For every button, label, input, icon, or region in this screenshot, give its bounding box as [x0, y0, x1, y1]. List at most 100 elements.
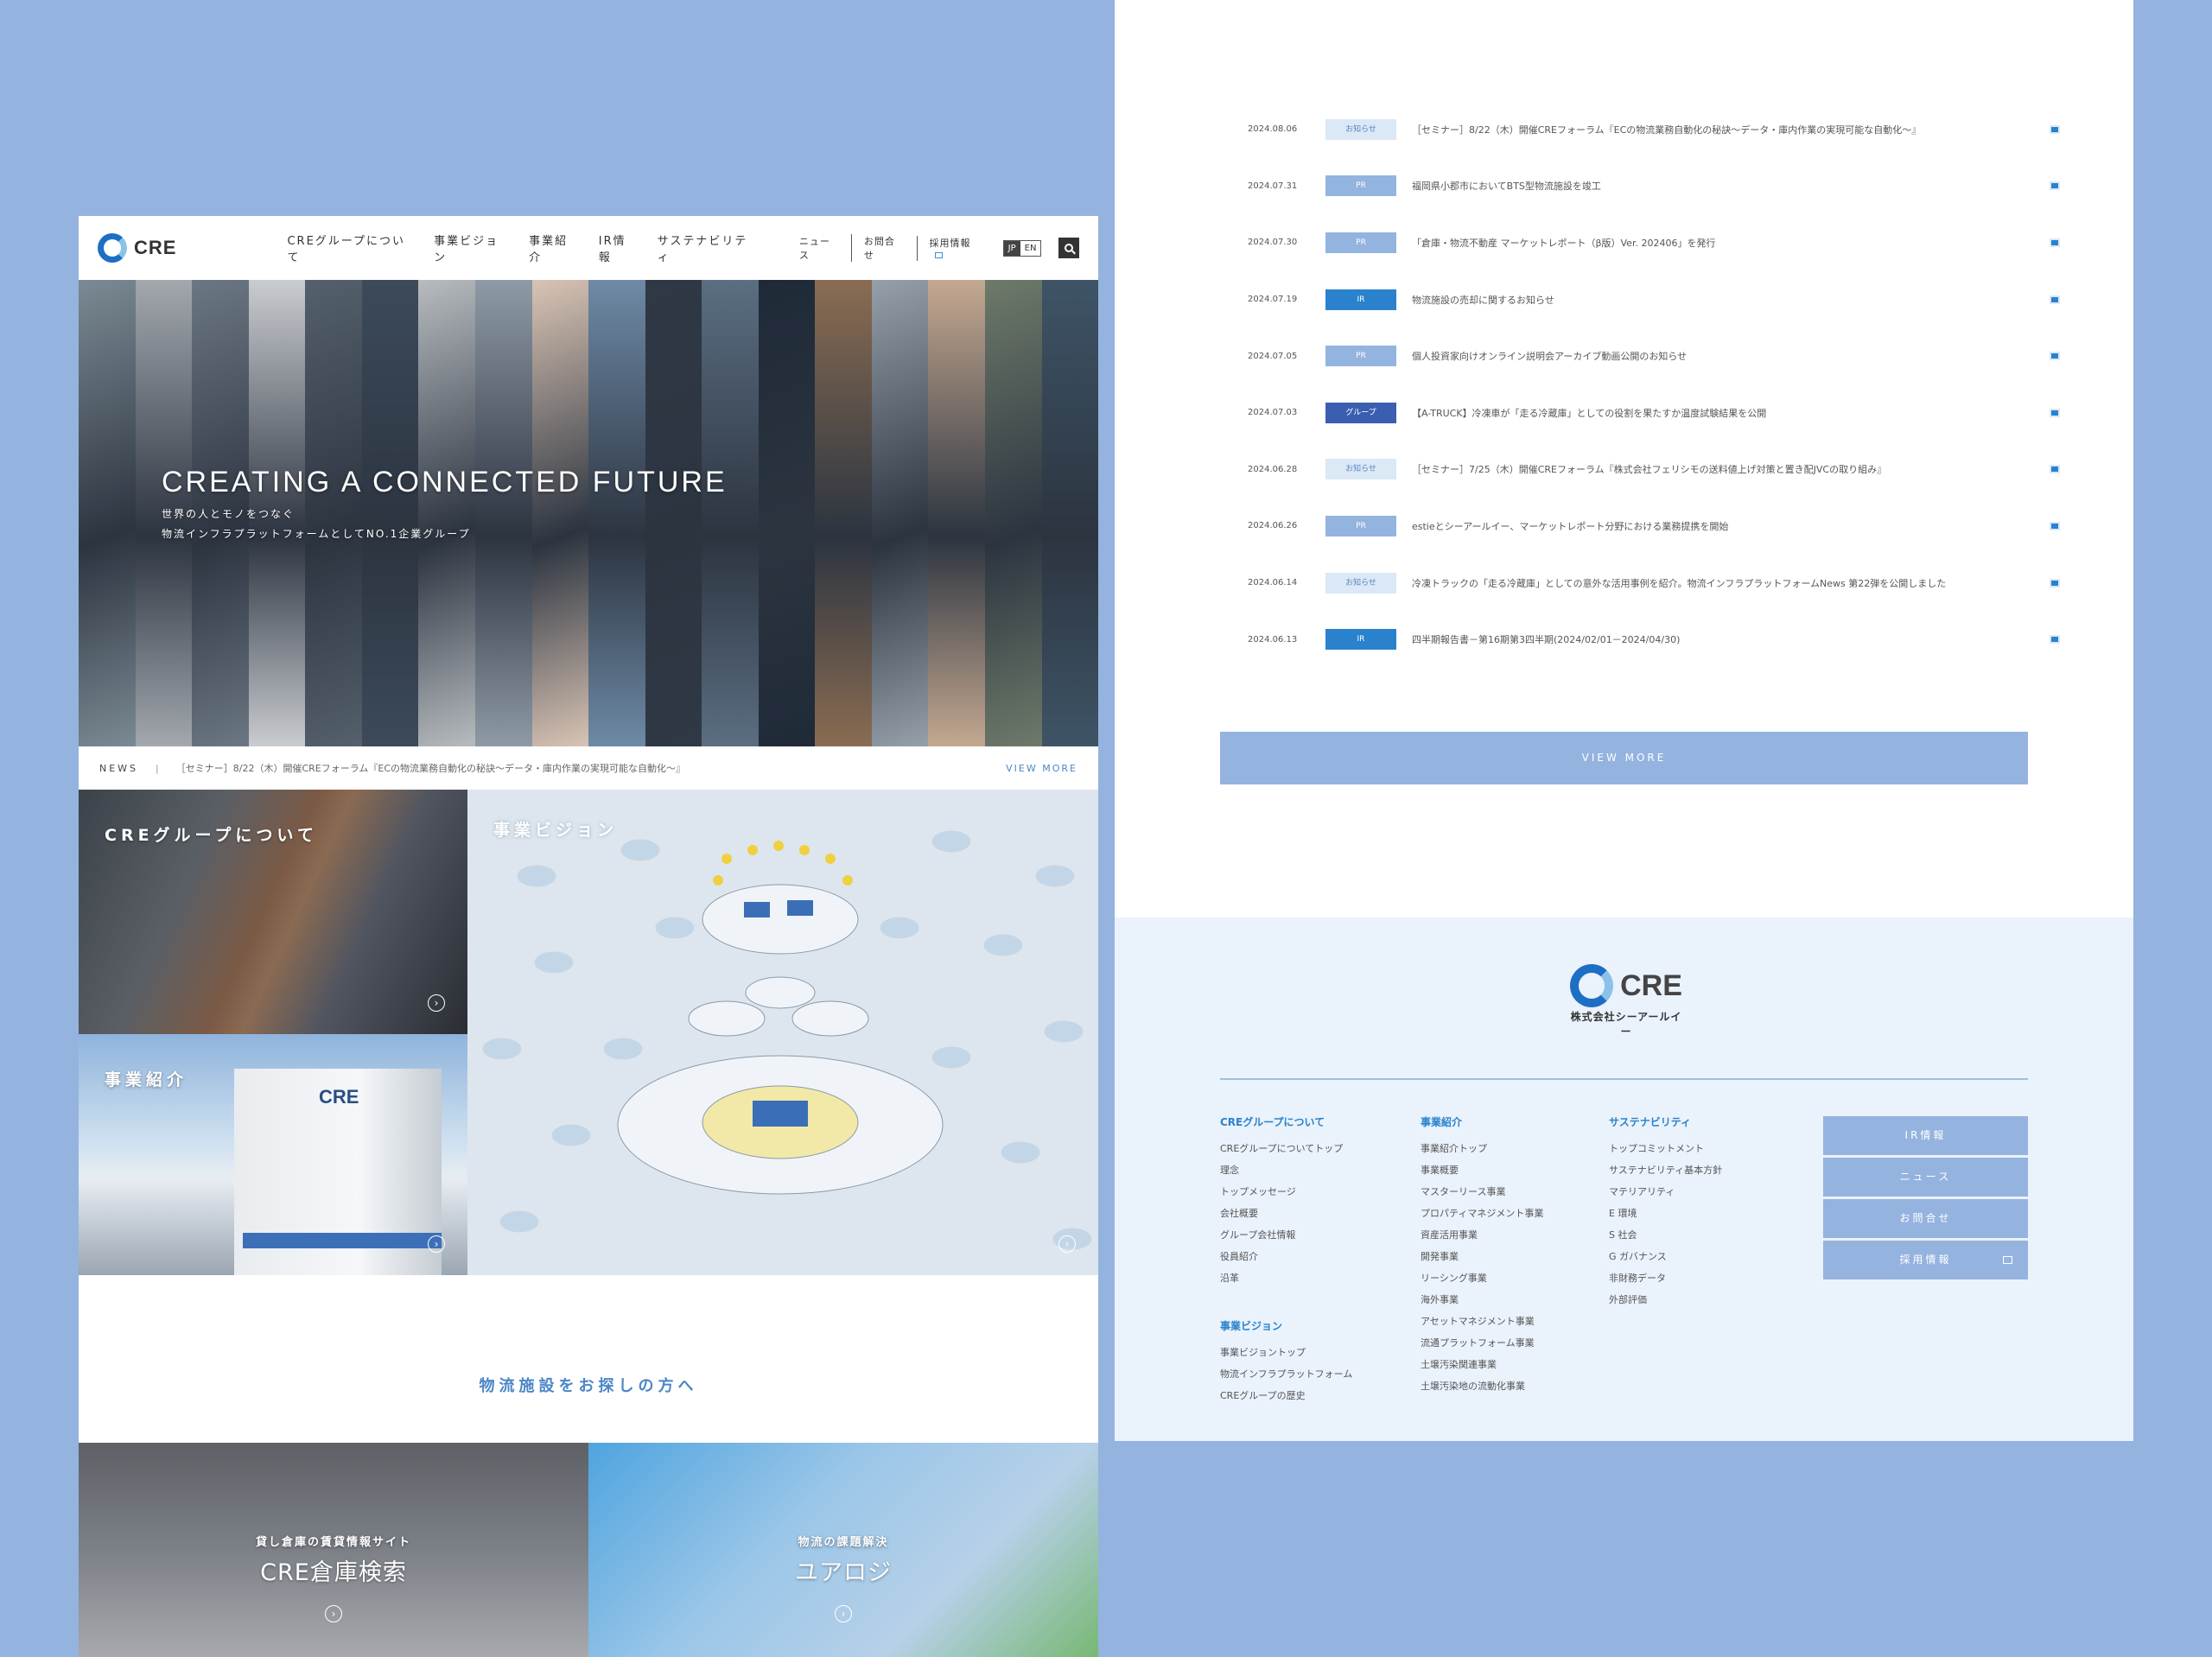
news-title: 四半期報告書－第16期第3四半期(2024/02/01－2024/04/30) — [1412, 634, 1681, 646]
news-row[interactable]: 2024.07.03 グループ 【A-TRUCK】冷凍車が「走る冷蔵庫」としての役割… — [1248, 384, 2060, 441]
news-row[interactable]: 2024.06.26 PR estieとシーアールイー、マーケットレポート分野におけ… — [1248, 498, 2060, 555]
tile-about-label: CREグループについて — [105, 826, 318, 845]
footer-head-sustainability[interactable]: サステナビリティ — [1609, 1114, 1722, 1129]
footer-link[interactable]: 非財務データ — [1609, 1267, 1722, 1289]
footer-link[interactable]: マテリアリティ — [1609, 1181, 1722, 1203]
subnav-news[interactable]: ニュース — [787, 234, 851, 262]
footer-link[interactable]: S 社会 — [1609, 1224, 1722, 1246]
footer-link[interactable]: 沿革 — [1220, 1267, 1352, 1289]
footer-link[interactable]: グループ会社情報 — [1220, 1224, 1352, 1246]
footer-link[interactable]: 流通プラットフォーム事業 — [1421, 1332, 1543, 1354]
news-title: ［セミナー］8/22（木）開催CREフォーラム『ECの物流業務自動化の秘訣～デー… — [1412, 124, 1922, 136]
footer-ir-button[interactable]: IR情報 — [1823, 1116, 2028, 1155]
footer-col-sustainability: サステナビリティ トップコミットメント サステナビリティ基本方針 マテリアリティ E … — [1609, 1114, 1722, 1311]
news-row[interactable]: 2024.07.30 PR 「倉庫・物流不動産 マーケットレポート（β版）Ver. … — [1248, 214, 2060, 271]
news-date: 2024.07.19 — [1248, 295, 1298, 305]
news-row[interactable]: 2024.08.06 お知らせ ［セミナー］8/22（木）開催CREフォーラム『EC… — [1248, 101, 2060, 158]
footer-link[interactable]: プロパティマネジメント事業 — [1421, 1203, 1543, 1224]
footer-link[interactable]: E 環境 — [1609, 1203, 1722, 1224]
hero-photo-strip — [928, 280, 985, 746]
footer-head-about[interactable]: CREグループについて — [1220, 1114, 1352, 1129]
nav-ir[interactable]: IR情報 — [599, 232, 639, 264]
footer-link[interactable]: G ガバナンス — [1609, 1246, 1722, 1267]
nav-business[interactable]: 事業紹介 — [529, 232, 580, 264]
news-title: estieとシーアールイー、マーケットレポート分野における業務提携を開始 — [1412, 520, 1729, 532]
footer-links-about: CREグループについてトップ 理念 トップメッセージ 会社概要 グループ会社情報 役員紹介… — [1220, 1138, 1352, 1289]
lang-jp-button[interactable]: JP — [1003, 240, 1020, 256]
footer-logo[interactable]: CRE 株式会社シーアールイー — [1566, 964, 1687, 1038]
news-ticker-view-more[interactable]: VIEW MORE — [1006, 763, 1077, 774]
news-date: 2024.06.13 — [1248, 634, 1298, 644]
nav-sustainability[interactable]: サステナビリティ — [658, 232, 758, 264]
footer-recruit-button[interactable]: 採用情報 — [1823, 1241, 2028, 1279]
footer-link[interactable]: マスターリース事業 — [1421, 1181, 1543, 1203]
footer-link[interactable]: トップメッセージ — [1220, 1181, 1352, 1203]
footer-head-vision[interactable]: 事業ビジョン — [1220, 1318, 1352, 1333]
tile-yourlogi[interactable]: 物流の課題解決 ユアロジ › — [588, 1443, 1098, 1657]
footer-link[interactable]: 物流インフラプラットフォーム — [1220, 1363, 1352, 1385]
footer-link[interactable]: 事業概要 — [1421, 1159, 1543, 1181]
site-header: CRE CREグループについて 事業ビジョン 事業紹介 IR情報 サステナビリテ… — [79, 216, 1098, 280]
footer-link[interactable]: 土壌汚染関連事業 — [1421, 1354, 1543, 1375]
news-ticker: NEWS | ［セミナー］8/22（木）開催CREフォーラム『ECの物流業務自動… — [79, 746, 1098, 790]
footer-link[interactable]: 資産活用事業 — [1421, 1224, 1543, 1246]
tile-about[interactable]: CREグループについて › — [79, 790, 467, 1034]
footer-link[interactable]: 役員紹介 — [1220, 1246, 1352, 1267]
footer-link[interactable]: アセットマネジメント事業 — [1421, 1311, 1543, 1332]
tile-cre-warehouse-search[interactable]: 貸し倉庫の賃貸情報サイト CRE倉庫検索 › — [79, 1443, 588, 1657]
news-date: 2024.06.28 — [1248, 464, 1298, 474]
tile-business[interactable]: CRE 事業紹介 › — [79, 1034, 467, 1275]
footer-link[interactable]: 事業ビジョントップ — [1220, 1342, 1352, 1363]
news-category-badge: PR — [1325, 175, 1396, 197]
external-link-icon — [934, 252, 943, 258]
nav-vision[interactable]: 事業ビジョン — [434, 232, 510, 264]
document-icon — [2050, 124, 2060, 134]
document-icon — [2050, 578, 2060, 587]
news-category-badge: PR — [1325, 346, 1396, 367]
news-row[interactable]: 2024.06.13 IR 四半期報告書－第16期第3四半期(2024/02/01－… — [1248, 611, 2060, 668]
footer-link[interactable]: 開発事業 — [1421, 1246, 1543, 1267]
footer-head-business[interactable]: 事業紹介 — [1421, 1114, 1543, 1129]
footer-link[interactable]: トップコミットメント — [1609, 1138, 1722, 1159]
news-ticker-headline[interactable]: ［セミナー］8/22（木）開催CREフォーラム『ECの物流業務自動化の秘訣～デー… — [176, 761, 1006, 775]
building-logo: CRE — [319, 1086, 359, 1108]
logo-text: CRE — [134, 237, 177, 258]
footer-link[interactable]: サステナビリティ基本方針 — [1609, 1159, 1722, 1181]
hero-subtitle-2: 物流インフラプラットフォームとしてNO.1企業グループ — [162, 528, 471, 540]
footer-link[interactable]: CREグループについてトップ — [1220, 1138, 1352, 1159]
footer-logo-text: CRE — [1620, 968, 1682, 1002]
footer-link[interactable]: リーシング事業 — [1421, 1267, 1543, 1289]
news-row[interactable]: 2024.07.19 IR 物流施設の売却に関するお知らせ — [1248, 271, 2060, 328]
news-footer-panel: 2024.08.06 お知らせ ［セミナー］8/22（木）開催CREフォーラム『EC… — [1115, 0, 2133, 1441]
footer-link[interactable]: 土壌汚染地の流動化事業 — [1421, 1375, 1543, 1397]
search-button[interactable] — [1058, 238, 1079, 258]
document-icon — [2050, 408, 2060, 417]
find-facility-heading: 物流施設をお探しの方へ — [479, 1377, 698, 1395]
view-more-button[interactable]: VIEW MORE — [1220, 732, 2028, 784]
footer-buttons: IR情報 ニュース お問合せ 採用情報 — [1823, 1116, 2028, 1282]
footer-link[interactable]: CREグループの歴史 — [1220, 1385, 1352, 1406]
footer-link[interactable]: 海外事業 — [1421, 1289, 1543, 1311]
news-row[interactable]: 2024.07.05 PR 個人投資家向けオンライン説明会アーカイブ動画公開のお知ら… — [1248, 327, 2060, 384]
subnav-contact[interactable]: お問合せ — [850, 234, 917, 262]
yourlogi-caption: 物流の課題解決 — [798, 1536, 889, 1549]
footer-link[interactable]: 会社概要 — [1220, 1203, 1352, 1224]
news-category-badge: IR — [1325, 629, 1396, 651]
news-row[interactable]: 2024.07.31 PR 福岡県小郡市においてBTS型物流施設を竣工 — [1248, 158, 2060, 215]
hero-photo-strip — [985, 280, 1042, 746]
global-nav: CREグループについて 事業ビジョン 事業紹介 IR情報 サステナビリティ — [287, 232, 757, 264]
news-ticker-divider: | — [156, 762, 159, 774]
news-row[interactable]: 2024.06.28 お知らせ ［セミナー］7/25（木）開催CREフォーラム『株式… — [1248, 441, 2060, 498]
lang-en-button[interactable]: EN — [1020, 241, 1041, 256]
footer-news-button[interactable]: ニュース — [1823, 1158, 2028, 1197]
footer-contact-button[interactable]: お問合せ — [1823, 1199, 2028, 1238]
footer-link[interactable]: 外部評価 — [1609, 1289, 1722, 1311]
nav-about[interactable]: CREグループについて — [287, 232, 415, 264]
document-icon — [2050, 295, 2060, 304]
site-logo[interactable]: CRE — [98, 233, 176, 263]
footer-link[interactable]: 事業紹介トップ — [1421, 1138, 1543, 1159]
news-row[interactable]: 2024.06.14 お知らせ 冷凍トラックの「走る冷蔵庫」としての意外な活用事例を… — [1248, 555, 2060, 612]
subnav-recruit[interactable]: 採用情報 — [916, 235, 995, 261]
footer-link[interactable]: 理念 — [1220, 1159, 1352, 1181]
tile-vision[interactable]: 事業ビジョン › — [467, 790, 1098, 1275]
